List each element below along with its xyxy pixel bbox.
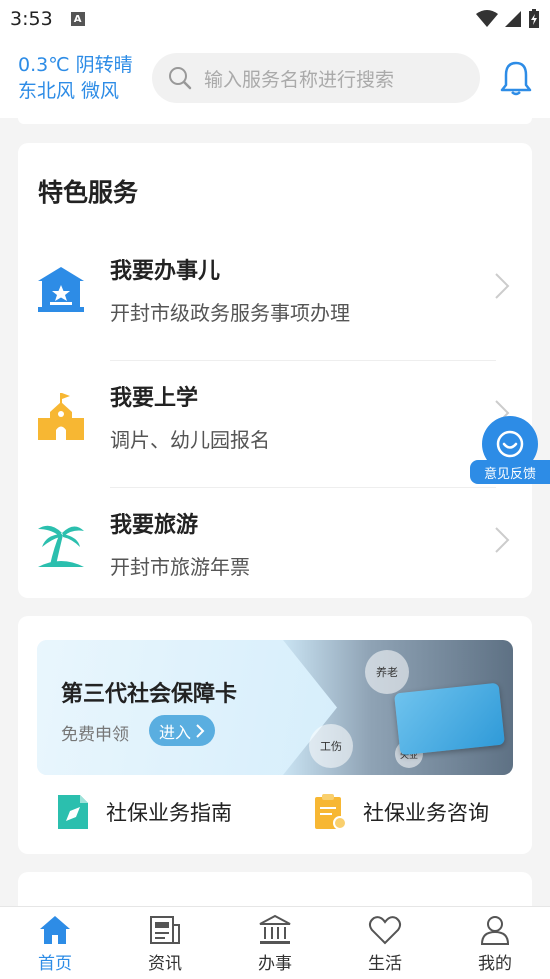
status-time: 3:53 (10, 8, 53, 30)
search-icon (169, 67, 192, 90)
tab-profile[interactable]: 我的 (440, 907, 550, 979)
notification-a-icon: A (70, 12, 85, 26)
chat-smile-icon (496, 430, 524, 458)
wifi-icon (476, 10, 498, 27)
feedback-label: 意见反馈 (470, 460, 550, 484)
service-item-office[interactable]: 我要办事儿 开封市级政务服务事项办理 (18, 235, 532, 361)
tab-news[interactable]: 资讯 (110, 907, 220, 979)
school-icon (38, 393, 84, 440)
bubble-injury: 工伤 (309, 724, 353, 768)
hall-icon (259, 914, 291, 944)
palm-tree-icon (38, 525, 84, 567)
chevron-right-icon (495, 273, 510, 299)
feedback-button[interactable]: 意见反馈 (470, 416, 550, 486)
service-name: 我要上学 (110, 386, 199, 411)
featured-services-title: 特色服务 (38, 178, 139, 207)
tab-label: 首页 (38, 954, 72, 974)
status-bar: 3:53 A (0, 0, 550, 38)
service-desc: 开封市旅游年票 (110, 555, 250, 579)
weather-temp: 0.3℃ 阴转晴 (18, 54, 133, 76)
person-icon (480, 916, 510, 945)
service-item-school[interactable]: 我要上学 调片、幼儿园报名 (18, 362, 532, 488)
guide-label: 社保业务指南 (106, 801, 232, 825)
heart-icon (368, 916, 402, 945)
guide-document-icon (58, 795, 88, 829)
banner-enter-button[interactable]: 进入 (149, 715, 216, 746)
featured-services-card: 特色服务 我要办事儿 开封市级政务服务事项办理 我要上学 调片、幼儿园报名 我要… (18, 143, 532, 598)
consult-clipboard-icon (315, 794, 347, 830)
previous-card-edge (18, 118, 532, 124)
notification-bell-button[interactable] (496, 58, 536, 98)
tab-services[interactable]: 办事 (220, 907, 330, 979)
search-bar[interactable]: 输入服务名称进行搜索 (152, 53, 480, 103)
banner-subtitle: 免费申领 (61, 725, 129, 745)
app-header: 0.3℃ 阴转晴 东北风 微风 输入服务名称进行搜索 (0, 38, 550, 118)
bell-icon (500, 61, 532, 96)
banner-title: 第三代社会保障卡 (61, 682, 238, 707)
weather-widget[interactable]: 0.3℃ 阴转晴 东北风 微风 (18, 52, 138, 104)
divider (110, 487, 496, 488)
news-icon (150, 916, 180, 944)
social-security-links: 社保业务指南 社保业务咨询 (18, 788, 532, 836)
consult-label: 社保业务咨询 (363, 801, 489, 825)
enter-label: 进入 (159, 722, 192, 742)
service-desc: 开封市级政务服务事项办理 (110, 301, 350, 325)
battery-icon (529, 9, 539, 28)
consult-link[interactable]: 社保业务咨询 (275, 788, 532, 836)
tab-label: 我的 (478, 954, 512, 974)
guide-link[interactable]: 社保业务指南 (18, 788, 275, 836)
service-name: 我要办事儿 (110, 259, 221, 284)
tab-life[interactable]: 生活 (330, 907, 440, 979)
chevron-right-icon (495, 527, 510, 553)
social-security-banner[interactable]: 第三代社会保障卡 免费申领 进入 养老 工伤 失业 (37, 640, 513, 775)
tab-label: 生活 (368, 954, 402, 974)
tab-label: 办事 (258, 954, 292, 974)
divider (110, 360, 496, 361)
bubble-pension: 养老 (365, 650, 409, 694)
social-security-card-image (394, 682, 505, 756)
service-name: 我要旅游 (110, 513, 199, 538)
signal-icon (505, 11, 521, 27)
tab-label: 资讯 (148, 954, 182, 974)
home-icon (40, 916, 70, 944)
search-placeholder: 输入服务名称进行搜索 (204, 68, 395, 91)
service-item-travel[interactable]: 我要旅游 开封市旅游年票 (18, 489, 532, 615)
weather-wind: 东北风 微风 (18, 80, 120, 102)
bottom-tab-bar: 首页 资讯 办事 生活 我的 (0, 906, 550, 979)
tab-home[interactable]: 首页 (0, 907, 110, 979)
chevron-right-icon (196, 723, 205, 738)
social-security-card: 第三代社会保障卡 免费申领 进入 养老 工伤 失业 社保业务指南 社保业务咨询 (18, 616, 532, 854)
service-desc: 调片、幼儿园报名 (110, 428, 270, 452)
government-building-icon (38, 267, 84, 312)
